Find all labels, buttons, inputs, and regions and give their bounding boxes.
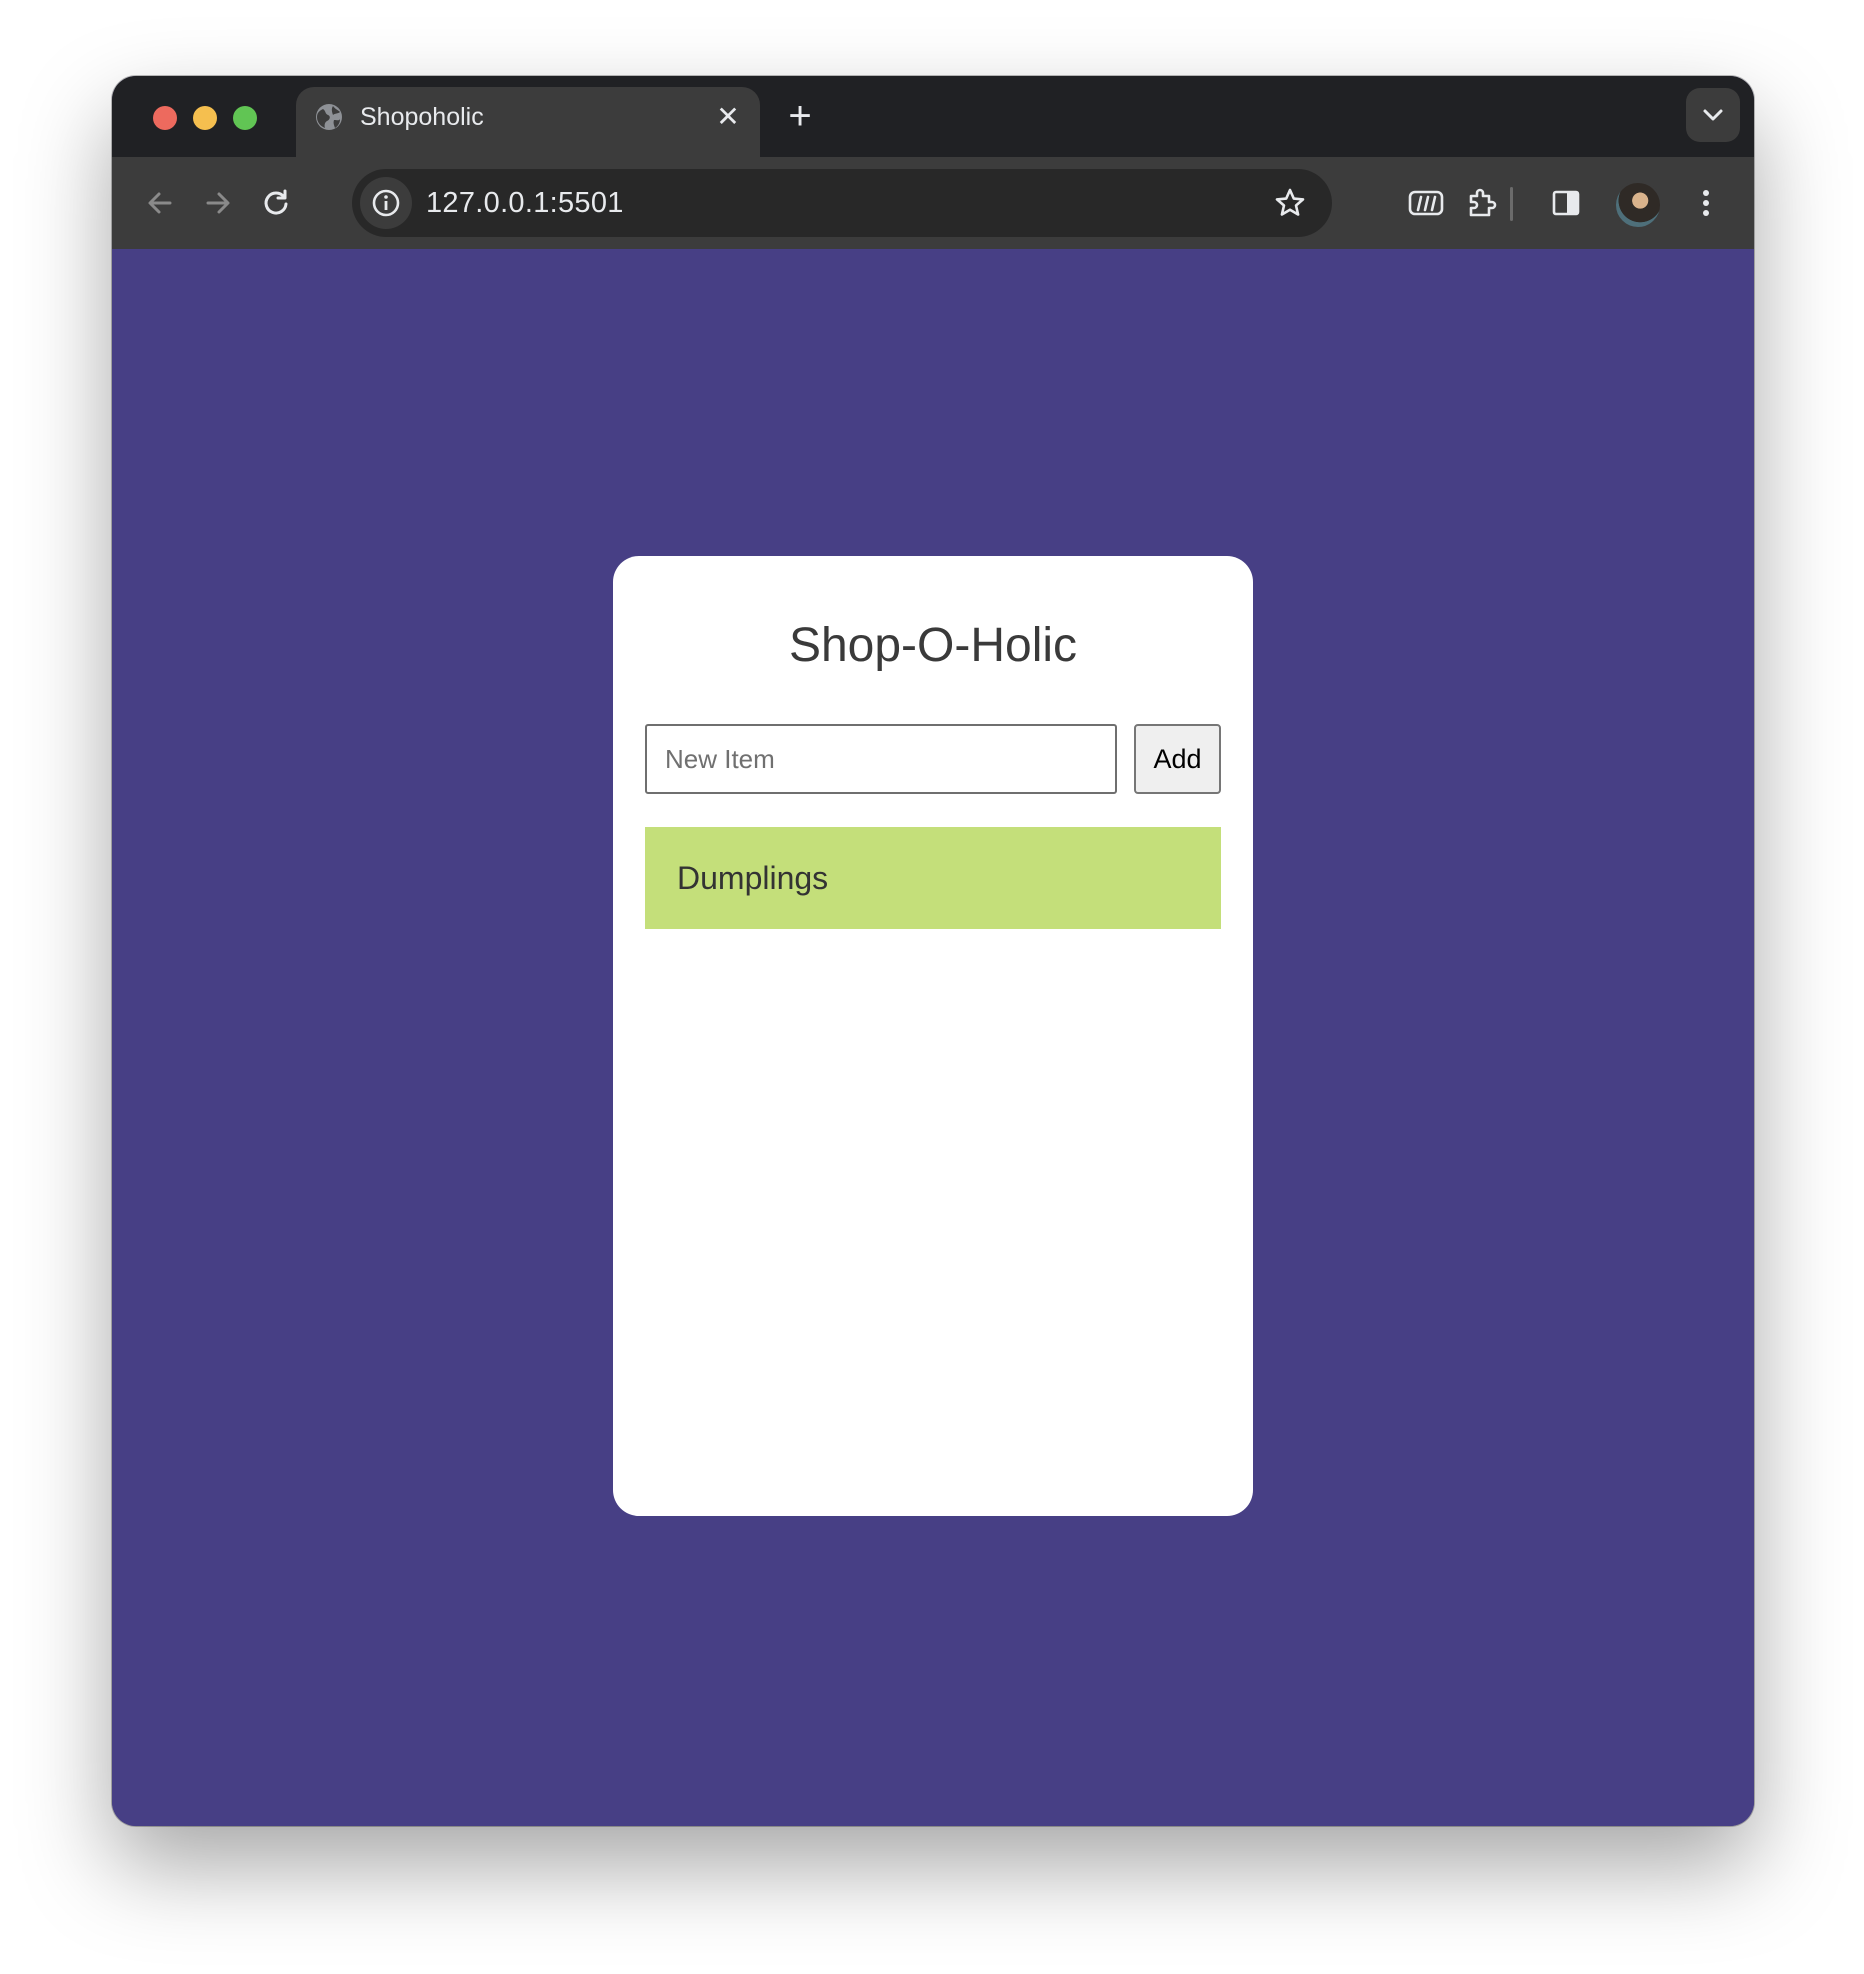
extensions-button[interactable] — [1458, 179, 1506, 227]
item-list: Dumplings — [645, 827, 1221, 929]
tab-shopoholic[interactable]: Shopoholic ✕ — [296, 87, 760, 157]
miro-extension-button[interactable] — [1402, 179, 1450, 227]
new-tab-button[interactable]: + — [778, 94, 822, 138]
close-window-button[interactable] — [153, 106, 177, 130]
miro-extension-icon — [1408, 190, 1444, 216]
info-icon — [372, 189, 400, 217]
side-panel-button[interactable] — [1542, 179, 1590, 227]
arrow-left-icon — [148, 192, 172, 214]
close-tab-icon[interactable]: ✕ — [712, 101, 744, 133]
side-panel-icon — [1552, 190, 1580, 216]
site-info-button[interactable] — [360, 177, 412, 229]
minimize-window-button[interactable] — [193, 106, 217, 130]
tab-title: Shopoholic — [360, 103, 484, 131]
menu-button[interactable] — [1682, 179, 1730, 227]
back-button[interactable] — [136, 179, 184, 227]
tab-strip: Shopoholic ✕ + — [112, 76, 1754, 157]
chevron-down-icon — [1703, 109, 1723, 121]
globe-icon — [316, 104, 342, 130]
page-title: Shop-O-Holic — [788, 619, 1078, 672]
address-bar[interactable]: 127.0.0.1:5501 — [352, 169, 1332, 237]
add-button[interactable]: Add — [1134, 724, 1221, 794]
browser-window: Shopoholic ✕ + 127.0.0.1:5501 Shop-O-Hol… — [112, 76, 1754, 1826]
kebab-menu-icon — [1703, 190, 1709, 216]
page-content: Shop-O-Holic Add Dumplings — [112, 249, 1754, 1826]
shopping-list-card: Shop-O-Holic Add Dumplings — [613, 556, 1253, 1516]
browser-toolbar: 127.0.0.1:5501 — [112, 157, 1754, 249]
list-item[interactable]: Dumplings — [645, 827, 1221, 929]
forward-button[interactable] — [194, 179, 242, 227]
avatar[interactable] — [1614, 181, 1662, 229]
new-item-input[interactable] — [645, 724, 1117, 794]
star-icon — [1275, 188, 1305, 216]
toolbar-divider — [1510, 187, 1513, 221]
reload-button[interactable] — [252, 179, 300, 227]
url-text[interactable]: 127.0.0.1:5501 — [426, 185, 624, 221]
tab-search-button[interactable] — [1686, 88, 1740, 142]
arrow-right-icon — [206, 192, 230, 214]
puzzle-icon — [1469, 188, 1497, 217]
maximize-window-button[interactable] — [233, 106, 257, 130]
reload-icon — [264, 189, 288, 215]
bookmark-button[interactable] — [1266, 179, 1314, 227]
